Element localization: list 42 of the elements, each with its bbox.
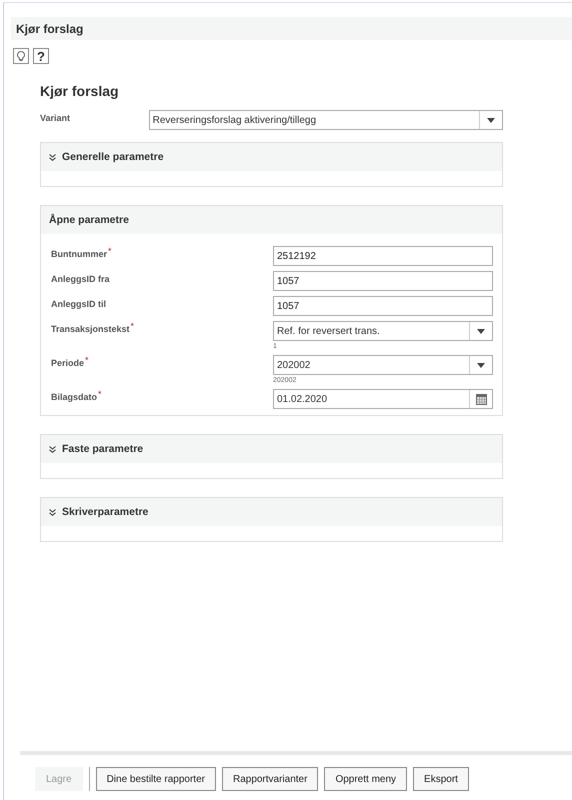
help-button[interactable]: ? bbox=[33, 48, 49, 64]
input-field[interactable]: 1057 bbox=[273, 296, 493, 316]
double-chevron-icon bbox=[49, 508, 56, 516]
panel-title: Skriverparametre bbox=[62, 506, 148, 518]
required-marker: * bbox=[85, 355, 89, 367]
caret-icon bbox=[477, 362, 485, 368]
caret-icon bbox=[477, 328, 485, 334]
action-button[interactable]: Dine bestilte rapporter bbox=[96, 767, 216, 791]
panel-title: Åpne parametre bbox=[49, 214, 129, 226]
action-button[interactable]: Rapportvarianter bbox=[222, 767, 318, 791]
lightbulb-icon bbox=[17, 50, 25, 62]
field-label: Buntnummer bbox=[51, 248, 107, 261]
action-button[interactable]: Opprett meny bbox=[324, 767, 408, 791]
action-button[interactable]: Eksport bbox=[413, 767, 469, 791]
input-field[interactable]: 1057 bbox=[273, 271, 493, 291]
input-field[interactable]: 2512192 bbox=[273, 246, 493, 266]
required-marker: * bbox=[130, 321, 134, 333]
calendar-icon bbox=[476, 394, 486, 404]
tips-button[interactable] bbox=[13, 48, 29, 64]
field-label: AnleggsID til bbox=[51, 298, 106, 311]
select-field[interactable]: 202002 bbox=[273, 355, 493, 375]
date-field[interactable]: 01.02.2020 bbox=[273, 389, 493, 409]
panel-header[interactable]: Skriverparametre bbox=[41, 498, 502, 526]
field-label: Bilagsdato bbox=[51, 391, 98, 404]
panel-header[interactable]: Generelle parametre bbox=[41, 143, 502, 171]
panel-header[interactable]: Åpne parametre bbox=[41, 206, 502, 234]
panel-title: Generelle parametre bbox=[62, 151, 164, 163]
page-header: Kjør forslag bbox=[11, 17, 572, 40]
variant-label: Variant bbox=[39, 112, 72, 123]
required-marker: * bbox=[108, 246, 112, 258]
required-marker: * bbox=[98, 389, 102, 401]
select-field[interactable]: Ref. for reversert trans. bbox=[273, 321, 493, 341]
variant-select[interactable]: Reverseringsforslag aktivering/tillegg bbox=[148, 110, 503, 130]
field-label: Periode bbox=[51, 357, 84, 370]
double-chevron-icon bbox=[49, 446, 56, 452]
panel-title: Faste parametre bbox=[62, 443, 144, 455]
field-label: AnleggsID fra bbox=[51, 273, 110, 286]
form-title: Kjør forslag bbox=[40, 83, 120, 99]
field-label: Transaksjonstekst bbox=[51, 323, 130, 336]
caret-icon bbox=[487, 118, 495, 122]
panel-header[interactable]: Faste parametre bbox=[41, 435, 502, 463]
double-chevron-icon bbox=[49, 154, 56, 160]
